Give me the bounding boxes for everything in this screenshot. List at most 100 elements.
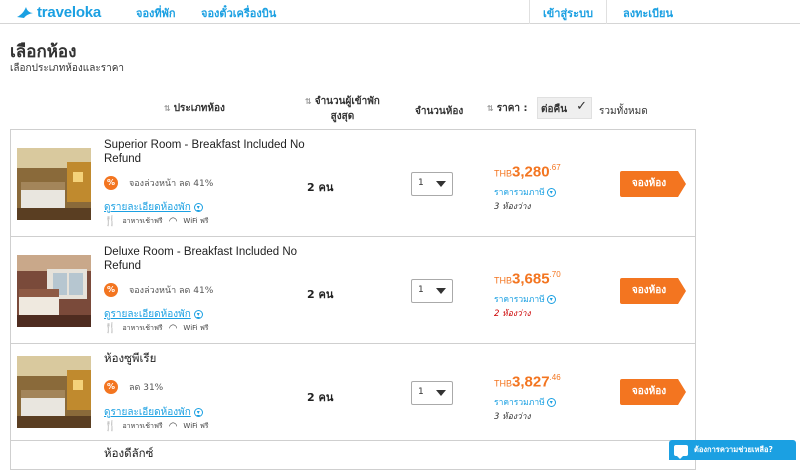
room-card: Deluxe Room - Breakfast Included No Refu… [10, 236, 696, 344]
room-photo[interactable] [17, 356, 91, 428]
cutlery-icon: 🍴 [104, 421, 117, 432]
room-name: ห้องซูพีเรีย [104, 353, 157, 365]
brand-name: traveloka [37, 3, 102, 21]
page-subtitle: เลือกประเภทห้องและราคา [10, 63, 125, 74]
price-decimals: .46 [549, 373, 561, 382]
book-room-button[interactable]: จองห้อง [620, 171, 686, 197]
wifi-label: WiFi ฟรี [183, 324, 209, 332]
currency: THB [494, 168, 512, 179]
sort-icon: ⇅ [487, 104, 494, 113]
col-max-guests[interactable]: ⇅ จำนวนผู้เข้าพัก สูงสุด [305, 94, 380, 124]
wifi-label: WiFi ฟรี [183, 217, 209, 225]
tax-note-label: ราคารวมภาษี [494, 295, 545, 305]
col-max-guests-label-2: สูงสุด [330, 111, 355, 122]
promo-row: % ลด 31% [104, 380, 163, 394]
room-price: THB3,827.46 [494, 373, 561, 391]
room-photo[interactable] [17, 255, 91, 327]
check-icon: ✓ [576, 99, 587, 114]
amenities-row: 🍴 อาหารเช้าฟรี ◠ WiFi ฟรี [104, 323, 209, 334]
max-guests: 2 คน [307, 288, 334, 301]
cutlery-icon: 🍴 [104, 323, 117, 334]
tax-note[interactable]: ราคารวมภาษี ▾ [494, 292, 556, 306]
room-details-link[interactable]: ดูรายละเอียดห้องพัก ▾ [104, 307, 203, 322]
col-num-rooms: จำนวนห้อง [415, 106, 464, 117]
room-qty-select[interactable]: 1 [411, 381, 453, 405]
room-card: Superior Room - Breakfast Included No Re… [10, 129, 696, 237]
col-room-type-label: ประเภทห้อง [173, 103, 225, 114]
promo-text: จองล่วงหน้า ลด 41% [129, 286, 214, 296]
chevron-down-icon: ▾ [193, 310, 203, 319]
currency: THB [494, 378, 512, 389]
sort-icon: ⇅ [164, 104, 171, 113]
col-total[interactable]: รวมทั้งหมด [599, 104, 648, 119]
wifi-icon: ◠ [168, 216, 178, 227]
breakfast-label: อาหารเช้าฟรี [122, 422, 163, 430]
availability: 3 ห้องว่าง [494, 202, 531, 212]
chevron-down-icon: ▾ [193, 203, 203, 212]
price-main: 3,827 [512, 373, 550, 391]
tax-note-label: ราคารวมภาษี [494, 188, 545, 198]
nav-divider [606, 0, 607, 24]
room-name: Deluxe Room - Breakfast Included No Refu… [104, 246, 298, 272]
price-main: 3,685 [512, 270, 550, 288]
wifi-label: WiFi ฟรี [183, 422, 209, 430]
room-qty-value: 1 [418, 387, 424, 397]
col-max-guests-label: จำนวนผู้เข้าพัก [314, 96, 380, 107]
room-card: ห้องซูพีเรีย % ลด 31% ดูรายละเอียดห้องพั… [10, 343, 696, 441]
nav-hotel-link[interactable]: จองที่พัก [136, 4, 176, 22]
chat-bubble-icon [674, 444, 688, 459]
room-qty-value: 1 [418, 285, 424, 295]
dropdown-arrow-icon [436, 288, 446, 294]
room-name: Superior Room - Breakfast Included No Re… [104, 139, 305, 165]
wifi-icon: ◠ [168, 323, 178, 334]
availability: 2 ห้องว่าง [494, 309, 531, 319]
room-qty-value: 1 [418, 178, 424, 188]
amenities-row: 🍴 อาหารเช้าฟรี ◠ WiFi ฟรี [104, 216, 209, 227]
breakfast-label: อาหารเช้าฟรี [122, 217, 163, 225]
tax-note-label: ราคารวมภาษี [494, 398, 545, 408]
col-price[interactable]: ⇅ ราคา : [487, 101, 527, 116]
price-decimals: .70 [549, 270, 561, 279]
discount-badge-icon: % [104, 283, 118, 297]
register-link[interactable]: ลงทะเบียน [623, 4, 673, 22]
col-room-type[interactable]: ⇅ ประเภทห้อง [164, 101, 225, 116]
chevron-down-icon: ▾ [546, 294, 556, 304]
chevron-down-icon: ▾ [546, 397, 556, 407]
traveloka-logo[interactable]: traveloka [16, 3, 101, 21]
room-qty-select[interactable]: 1 [411, 172, 453, 196]
book-room-button[interactable]: จองห้อง [620, 278, 686, 304]
price-main: 3,280 [512, 163, 550, 181]
nav-flight-link[interactable]: จองตั๋วเครื่องบิน [201, 4, 276, 22]
login-link[interactable]: เข้าสู่ระบบ [543, 4, 593, 22]
room-details-label: ดูรายละเอียดห้องพัก [104, 407, 191, 418]
room-photo[interactable] [17, 148, 91, 220]
help-chat-button[interactable]: ต้องการความช่วยเหลือ? [669, 440, 796, 460]
chevron-down-icon: ▾ [193, 408, 203, 417]
tax-note[interactable]: ราคารวมภาษี ▾ [494, 395, 556, 409]
room-details-link[interactable]: ดูรายละเอียดห้องพัก ▾ [104, 405, 203, 420]
max-guests: 2 คน [307, 181, 334, 194]
price-decimals: .67 [549, 163, 561, 172]
currency: THB [494, 275, 512, 286]
book-room-button[interactable]: จองห้อง [620, 379, 686, 405]
tax-note[interactable]: ราคารวมภาษี ▾ [494, 185, 556, 199]
wifi-icon: ◠ [168, 421, 178, 432]
dropdown-arrow-icon [436, 390, 446, 396]
promo-row: % จองล่วงหน้า ลด 41% [104, 176, 213, 190]
room-qty-select[interactable]: 1 [411, 279, 453, 303]
sort-icon: ⇅ [305, 97, 312, 106]
bird-logo-icon [17, 7, 33, 18]
availability: 3 ห้องว่าง [494, 412, 531, 422]
discount-badge-icon: % [104, 380, 118, 394]
room-price: THB3,685.70 [494, 270, 561, 288]
room-details-link[interactable]: ดูรายละเอียดห้องพัก ▾ [104, 200, 203, 215]
col-price-label: ราคา : [496, 103, 528, 114]
promo-row: % จองล่วงหน้า ลด 41% [104, 283, 213, 297]
discount-badge-icon: % [104, 176, 118, 190]
per-night-toggle[interactable]: ต่อคืน ✓ [537, 97, 592, 119]
room-price: THB3,280.67 [494, 163, 561, 181]
max-guests: 2 คน [307, 391, 334, 404]
chevron-down-icon: ▾ [546, 187, 556, 197]
top-navbar: traveloka จองที่พัก จองตั๋วเครื่องบิน เข… [0, 0, 800, 24]
cutlery-icon: 🍴 [104, 216, 117, 227]
